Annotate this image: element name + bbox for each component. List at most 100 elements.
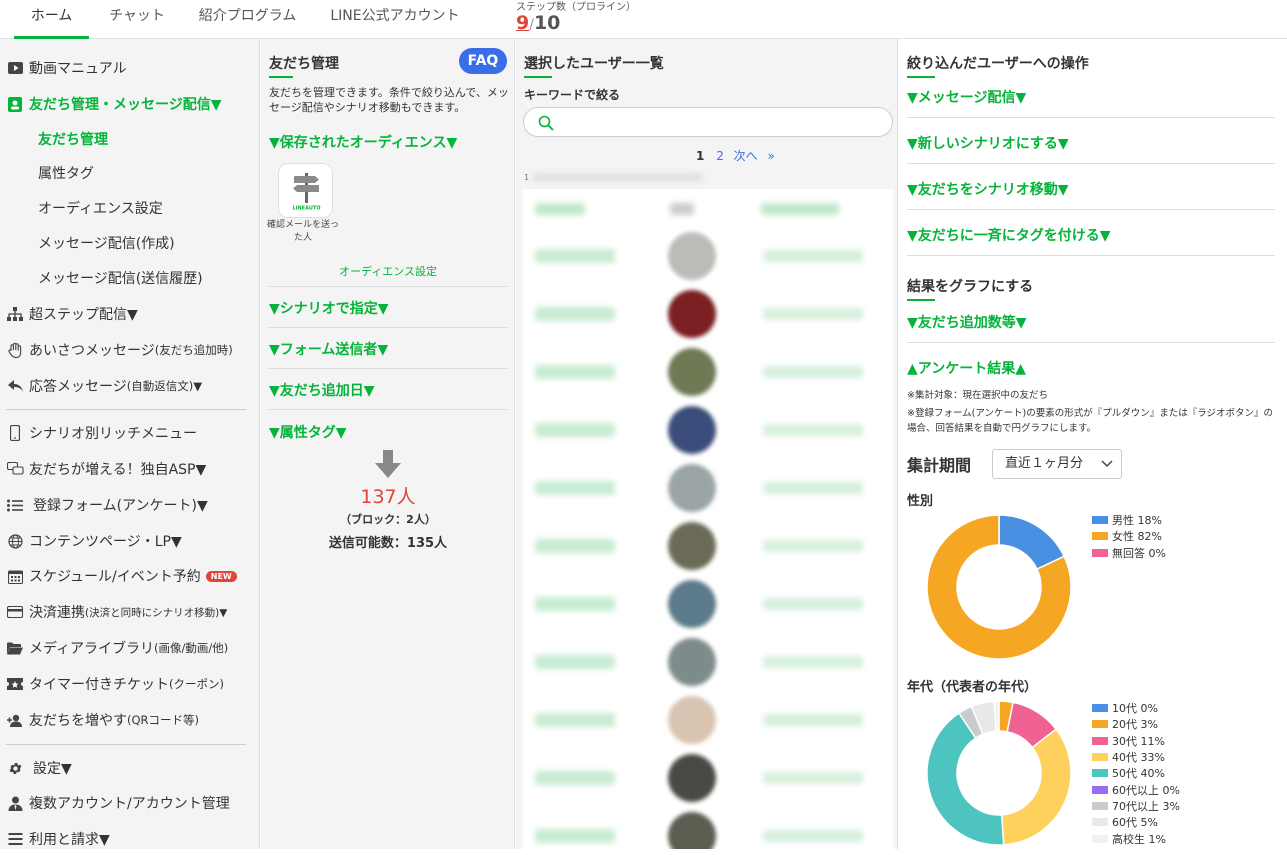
tab-chat[interactable]: チャット — [92, 0, 182, 39]
period-select[interactable]: 直近１ヶ月分 — [992, 449, 1122, 479]
user-name-blurred[interactable] — [535, 597, 615, 611]
user-row[interactable] — [523, 401, 893, 459]
user-row[interactable] — [523, 575, 893, 633]
title-underline — [524, 76, 552, 78]
gender-donut-chart — [926, 514, 1072, 660]
page-2-link[interactable]: 2 — [716, 149, 724, 163]
page-title: 友だち管理 — [269, 56, 339, 72]
pie-slice-50代[interactable] — [926, 712, 1005, 846]
last-page-link[interactable]: » — [768, 149, 775, 163]
move-scenario-toggle[interactable]: ▼友だちをシナリオ移動▼ — [907, 179, 1069, 199]
sidebar-item-accounts[interactable]: 複数アカウント/アカウント管理 — [6, 791, 230, 815]
sidebar-item-schedule[interactable]: スケジュール/イベント予約 NEW — [6, 564, 237, 588]
sidebar-item-rich-menu[interactable]: シナリオ別リッチメニュー — [6, 421, 197, 445]
sidebar-item-ticket[interactable]: タイマー付きチケット (クーポン) — [6, 672, 224, 696]
survey-results-toggle[interactable]: ▲アンケート結果▲ — [907, 358, 1026, 378]
keyword-search-input[interactable] — [523, 107, 893, 137]
user-name-blurred[interactable] — [535, 481, 615, 495]
sidebar-item-auto-reply[interactable]: 応答メッセージ (自動返信文)▼ — [6, 374, 202, 398]
user-row[interactable] — [523, 285, 893, 343]
message-delivery-toggle[interactable]: ▼メッセージ配信▼ — [907, 87, 1026, 107]
sidebar-item-asp[interactable]: 友だちが増える！独自ASP▼ — [6, 457, 206, 481]
faq-button[interactable]: FAQ — [459, 48, 507, 74]
legend-item[interactable]: 40代 33% — [1092, 749, 1180, 765]
user-avatar — [668, 638, 716, 686]
add-date-filter-toggle[interactable]: ▼友だち追加日▼ — [269, 380, 375, 400]
sidebar-item-payment[interactable]: 決済連携 (決済と同時にシナリオ移動)▼ — [6, 600, 227, 624]
user-row[interactable] — [523, 227, 893, 285]
new-scenario-toggle[interactable]: ▼新しいシナリオにする▼ — [907, 133, 1069, 153]
tab-line-official-account[interactable]: LINE公式アカウント — [315, 0, 475, 39]
sidebar-item-form[interactable]: 登録フォーム(アンケート)▼ — [6, 493, 208, 517]
sidebar-item-note: (友だち追加時) — [154, 343, 233, 357]
tab-referral-program[interactable]: 紹介プログラム — [185, 0, 310, 39]
legend-item[interactable]: 女性 82% — [1092, 528, 1166, 544]
user-row[interactable] — [523, 343, 893, 401]
user-name-blurred[interactable] — [535, 307, 615, 321]
scenario-filter-toggle[interactable]: ▼シナリオで指定▼ — [269, 298, 389, 318]
legend-item[interactable]: 30代 11% — [1092, 733, 1180, 749]
legend-item[interactable]: 20代 3% — [1092, 716, 1180, 732]
sidebar-item-super-step[interactable]: 超ステップ配信▼ — [6, 302, 138, 326]
sidebar-item-label: 複数アカウント/アカウント管理 — [29, 796, 230, 812]
sidebar-item-content-page[interactable]: コンテンツページ・LP▼ — [6, 529, 182, 553]
user-row[interactable] — [523, 633, 893, 691]
form-sender-filter-toggle[interactable]: ▼フォーム送信者▼ — [269, 339, 388, 359]
sidebar-item-note: (画像/動画/他) — [154, 641, 229, 655]
user-name-blurred[interactable] — [535, 829, 615, 843]
sidebar-item-greeting[interactable]: あいさつメッセージ (友だち追加時) — [6, 338, 233, 362]
audience-setting-link[interactable]: オーディエンス設定 — [261, 263, 515, 279]
sidebar-item-label: 超ステップ配信▼ — [29, 307, 138, 323]
legend-item[interactable]: 50代 40% — [1092, 765, 1180, 781]
next-page-link[interactable]: 次へ — [734, 149, 758, 163]
sidebar-item-settings[interactable]: 設定▼ — [6, 756, 72, 780]
step-used: 9 — [516, 12, 530, 34]
sidebar-sub-audience[interactable]: オーディエンス設定 — [38, 197, 163, 221]
legend-item[interactable]: 男性 18% — [1092, 512, 1166, 528]
bulk-tag-toggle[interactable]: ▼友だちに一斉にタグを付ける▼ — [907, 225, 1111, 245]
divider — [268, 286, 508, 287]
legend-label: 無回答 0% — [1112, 546, 1166, 560]
user-row[interactable] — [523, 517, 893, 575]
pie-slice-40代[interactable] — [1000, 728, 1072, 846]
user-name-blurred[interactable] — [535, 713, 615, 727]
user-name-blurred[interactable] — [535, 249, 615, 263]
sidebar-item-increase-friends[interactable]: 友だちを増やす (QRコード等) — [6, 708, 199, 732]
saved-audience-toggle[interactable]: ▼保存されたオーディエンス▼ — [269, 132, 457, 152]
user-row[interactable] — [523, 749, 893, 807]
user-name-blurred[interactable] — [535, 771, 615, 785]
sidebar-item-label: 友だちを増やす — [29, 713, 127, 729]
user-row[interactable] — [523, 459, 893, 517]
sidebar-item-video-manual[interactable]: 動画マニュアル — [6, 56, 127, 80]
legend-item[interactable]: 無回答 0% — [1092, 545, 1166, 561]
user-name-blurred[interactable] — [535, 423, 615, 437]
legend-item[interactable]: 高校生 1% — [1092, 830, 1180, 846]
legend-item[interactable]: 70代以上 3% — [1092, 798, 1180, 814]
tab-home[interactable]: ホーム — [14, 0, 89, 39]
attribute-tag-filter-toggle[interactable]: ▼属性タグ▼ — [269, 422, 347, 442]
sidebar-sub-msg-history[interactable]: メッセージ配信(送信履歴) — [38, 267, 203, 291]
divider — [907, 163, 1275, 164]
sidebar-item-media-library[interactable]: メディアライブラリ (画像/動画/他) — [6, 636, 228, 660]
legend-item[interactable]: 60代以上 0% — [1092, 781, 1180, 797]
graph-section-title: 結果をグラフにする — [907, 279, 1034, 295]
legend-item[interactable]: 10代 0% — [1092, 700, 1180, 716]
add-count-toggle[interactable]: ▼友だち追加数等▼ — [907, 312, 1027, 332]
user-date-blurred — [763, 772, 863, 784]
saved-audience-card[interactable]: LINEAUTO — [278, 163, 333, 218]
sidebar-item-billing[interactable]: 利用と請求▼ — [6, 827, 110, 851]
user-row[interactable] — [523, 691, 893, 749]
user-row[interactable] — [523, 807, 893, 849]
divider — [907, 117, 1275, 118]
user-name-blurred[interactable] — [535, 655, 615, 669]
legend-item[interactable]: 60代 5% — [1092, 814, 1180, 830]
sidebar-item-friends-message[interactable]: 友だち管理・メッセージ配信▼ — [6, 92, 222, 116]
user-name-blurred[interactable] — [535, 539, 615, 553]
user-name-blurred[interactable] — [535, 365, 615, 379]
sidebar-sub-friends[interactable]: 友だち管理 — [38, 128, 108, 152]
legend-label: 70代以上 3% — [1112, 799, 1180, 813]
sidebar-sub-msg-create[interactable]: メッセージ配信(作成) — [38, 232, 175, 256]
legend-label: 高校生 1% — [1112, 832, 1166, 846]
sidebar-sub-tags[interactable]: 属性タグ — [38, 162, 94, 186]
legend-swatch — [1092, 801, 1108, 810]
